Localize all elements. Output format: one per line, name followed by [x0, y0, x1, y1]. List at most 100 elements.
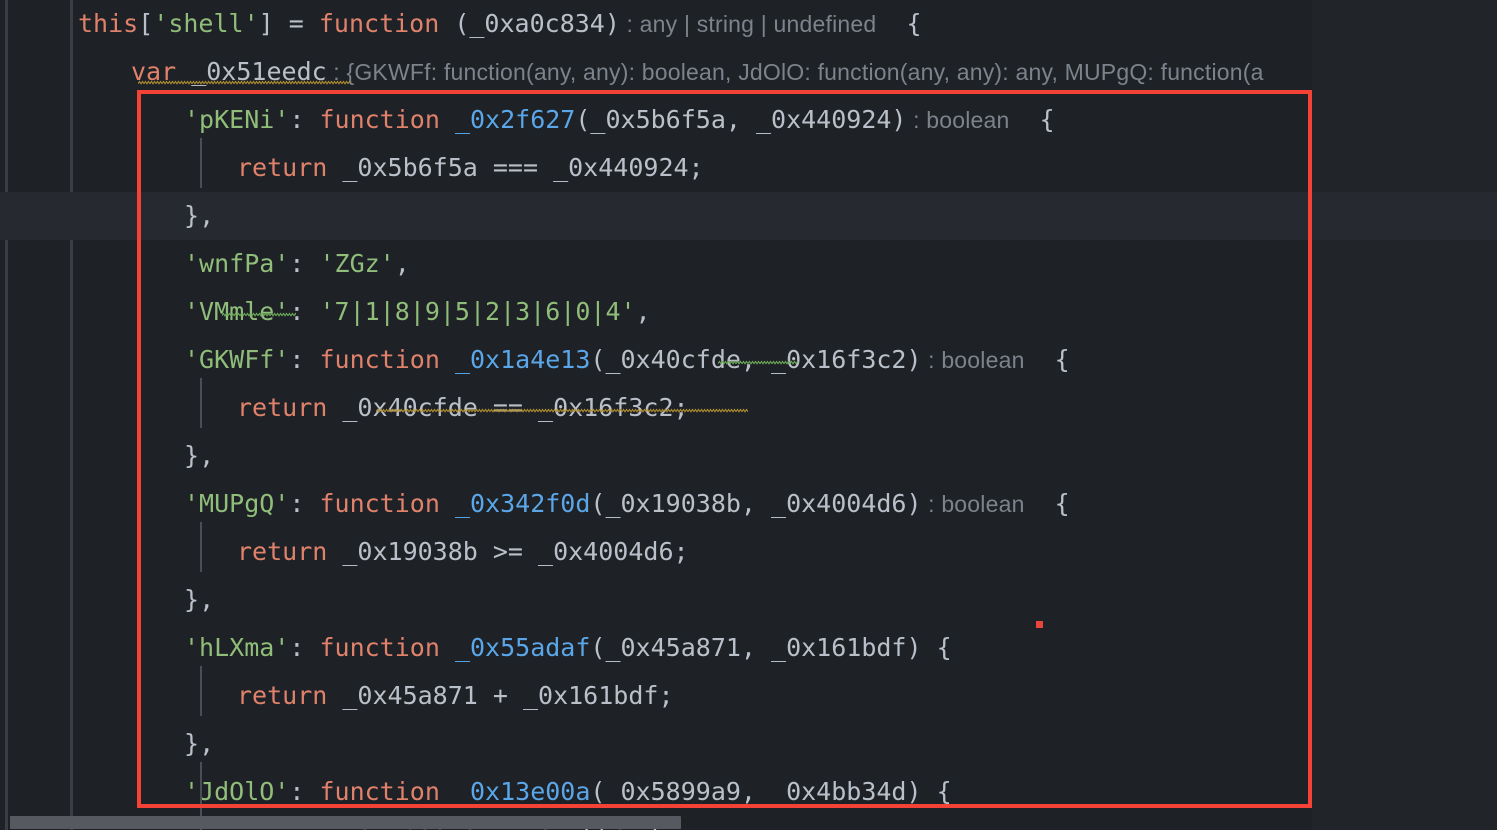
- code-line-text: 'MUPgQ': function _0x342f0d(_0x19038b, _…: [0, 480, 1070, 528]
- info-squiggle-param-0x40cfde: [718, 360, 798, 366]
- code-token: ,: [199, 441, 215, 470]
- code-line[interactable]: },: [0, 432, 1497, 480]
- code-line[interactable]: this['shell'] = function (_0xa0c834) : a…: [0, 0, 1497, 48]
- code-line[interactable]: },: [0, 576, 1497, 624]
- code-token: :: [289, 105, 320, 134]
- code-token: _0x13e00a: [439, 777, 591, 806]
- code-token: _0x45a871 + _0x161bdf;: [327, 681, 674, 710]
- warning-squiggle-var-decl: [138, 80, 350, 86]
- code-token: {: [936, 777, 952, 806]
- code-token: _0x5b6f5a === _0x440924;: [327, 153, 704, 182]
- code-line-text: this['shell'] = function (_0xa0c834) : a…: [0, 0, 922, 48]
- code-token: function: [319, 345, 440, 374]
- inlay-type-hint: : boolean: [921, 491, 1025, 517]
- code-token: :: [289, 489, 320, 518]
- error-marker-icon[interactable]: [1036, 621, 1043, 628]
- info-squiggle-vmmle-key: [222, 312, 296, 318]
- code-token: }: [184, 441, 200, 470]
- code-line-text: 'wnfPa': 'ZGz',: [0, 240, 410, 288]
- code-line-text: },: [0, 720, 214, 768]
- code-line[interactable]: return _0x40cfde == _0x16f3c2;: [0, 384, 1497, 432]
- code-line-text: 'JdOlO': function _0x13e00a(_0x5899a9, _…: [0, 768, 952, 816]
- code-token: {: [876, 9, 922, 38]
- code-line-text: 'pKENi': function _0x2f627(_0x5b6f5a, _0…: [0, 96, 1055, 144]
- code-token: _0x342f0d: [439, 489, 591, 518]
- code-token: :: [289, 345, 320, 374]
- code-line-text: var _0x51eedc : {GKWFf: function(any, an…: [0, 48, 1264, 96]
- code-token: function: [319, 777, 440, 806]
- code-token: this: [78, 9, 139, 38]
- code-token: 'ZGz': [319, 249, 395, 278]
- code-line[interactable]: return _0x45a871 + _0x161bdf;: [0, 672, 1497, 720]
- code-token: function: [319, 633, 440, 662]
- code-token: (_0x5b6f5a, _0x440924): [575, 105, 907, 134]
- code-line[interactable]: return _0x5b6f5a === _0x440924;: [0, 144, 1497, 192]
- code-token: {: [1009, 105, 1055, 134]
- code-token: :: [289, 777, 320, 806]
- indent-guide: [200, 666, 202, 716]
- code-token: 'MUPgQ': [184, 489, 290, 518]
- inlay-type-hint: : boolean: [921, 347, 1025, 373]
- code-token: return: [237, 393, 328, 422]
- warning-squiggle-return-eq: [376, 408, 748, 414]
- code-line-text: },: [0, 432, 214, 480]
- code-line[interactable]: return _0x19038b >= _0x4004d6;: [0, 528, 1497, 576]
- code-token: ,: [199, 585, 215, 614]
- code-token: ,: [199, 729, 215, 758]
- code-line-text: },: [0, 192, 214, 240]
- code-line[interactable]: 'pKENi': function _0x2f627(_0x5b6f5a, _0…: [0, 96, 1497, 144]
- code-token: }: [184, 729, 200, 758]
- code-token: {: [936, 633, 952, 662]
- inlay-type-hint: : any | string | undefined: [619, 11, 877, 37]
- code-line-text: return _0x5b6f5a === _0x440924;: [0, 144, 704, 192]
- code-token: _0x2f627: [439, 105, 576, 134]
- code-line[interactable]: },: [0, 720, 1497, 768]
- code-line[interactable]: 'MUPgQ': function _0x342f0d(_0x19038b, _…: [0, 480, 1497, 528]
- code-token: '7|1|8|9|5|2|3|6|0|4': [319, 297, 636, 326]
- code-token: _0x19038b >= _0x4004d6;: [327, 537, 689, 566]
- code-line[interactable]: var _0x51eedc : {GKWFf: function(any, an…: [0, 48, 1497, 96]
- code-token: return: [237, 153, 328, 182]
- indent-guide: [200, 522, 202, 572]
- code-token: 'GKWFf': [184, 345, 290, 374]
- code-line[interactable]: 'JdOlO': function _0x13e00a(_0x5899a9, _…: [0, 768, 1497, 816]
- code-line-text: return _0x19038b >= _0x4004d6;: [0, 528, 689, 576]
- code-line-text: },: [0, 576, 214, 624]
- code-token: function: [319, 489, 440, 518]
- code-token: return: [237, 681, 328, 710]
- code-token: function: [318, 9, 440, 38]
- code-token: _0x1a4e13: [439, 345, 591, 374]
- code-token: :: [289, 249, 320, 278]
- code-token: ] =: [258, 9, 319, 38]
- indent-guide: [200, 378, 202, 428]
- code-token: }: [184, 585, 200, 614]
- code-line-text: 'GKWFf': function _0x1a4e13(_0x40cfde, _…: [0, 336, 1070, 384]
- code-token: 'hLXma': [184, 633, 290, 662]
- code-token: return: [237, 537, 328, 566]
- code-line-text: 'hLXma': function _0x55adaf(_0x45a871, _…: [0, 624, 952, 672]
- code-token: (_0x19038b, _0x4004d6): [590, 489, 922, 518]
- code-token: 'wnfPa': [184, 249, 290, 278]
- horizontal-scrollbar-thumb[interactable]: [10, 816, 681, 829]
- code-token: [: [138, 9, 154, 38]
- indent-guide: [200, 138, 202, 188]
- code-token: ,: [199, 201, 215, 230]
- code-token: 'shell': [153, 9, 259, 38]
- code-token: function: [319, 105, 440, 134]
- code-content-area[interactable]: this['shell'] = function (_0xa0c834) : a…: [0, 0, 1497, 830]
- code-token: 'pKENi': [184, 105, 290, 134]
- code-line[interactable]: 'hLXma': function _0x55adaf(_0x45a871, _…: [0, 624, 1497, 672]
- code-token: {: [1024, 345, 1070, 374]
- code-token: (_0x5899a9, _0x4bb34d): [590, 777, 937, 806]
- code-editor-screenshot: this['shell'] = function (_0xa0c834) : a…: [0, 0, 1497, 830]
- code-token: }: [184, 201, 200, 230]
- code-line[interactable]: },: [0, 192, 1497, 240]
- code-line-text: return _0x45a871 + _0x161bdf;: [0, 672, 674, 720]
- code-token: ,: [394, 249, 410, 278]
- code-line[interactable]: 'wnfPa': 'ZGz',: [0, 240, 1497, 288]
- code-token: (_0x45a871, _0x161bdf): [590, 633, 937, 662]
- code-token: :: [289, 633, 320, 662]
- code-token: ,: [635, 297, 651, 326]
- horizontal-scrollbar-track[interactable]: [0, 816, 1497, 830]
- code-token: (_0xa0c834): [439, 9, 620, 38]
